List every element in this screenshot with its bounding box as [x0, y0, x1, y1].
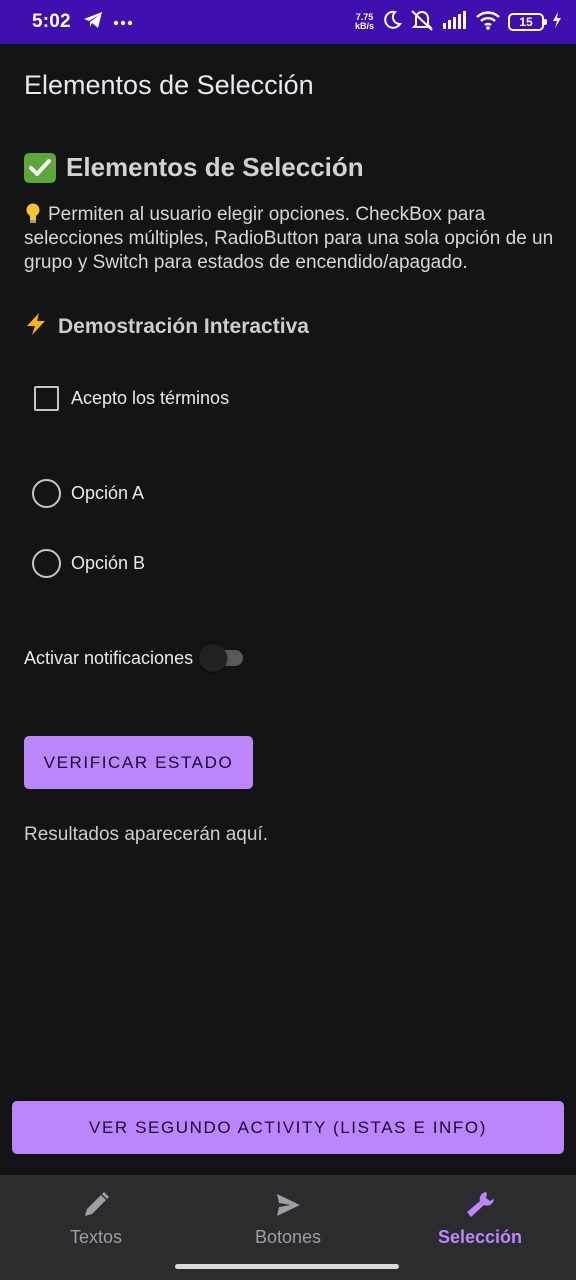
demo-title: Demostración Interactiva [24, 312, 309, 342]
radio-option-a[interactable]: Opción A [32, 479, 144, 508]
notifications-switch[interactable] [199, 644, 245, 672]
radio-option-b[interactable]: Opción B [32, 549, 145, 578]
switch-thumb[interactable] [199, 644, 228, 672]
radio-circle[interactable] [32, 549, 61, 578]
terms-checkbox[interactable]: Acepto los términos [34, 386, 229, 411]
home-indicator[interactable] [175, 1264, 399, 1269]
radio-label: Opción B [71, 553, 146, 573]
status-time: 5:02 [32, 11, 71, 32]
nav-item-seleccion[interactable]: Selección [384, 1175, 576, 1280]
charging-icon [552, 11, 562, 33]
check-mark-icon [24, 152, 56, 183]
signal-icon [442, 10, 468, 34]
send-icon [272, 1189, 304, 1221]
checkbox-box[interactable] [34, 386, 59, 411]
wifi-icon [476, 10, 500, 35]
wrench-icon [464, 1189, 496, 1221]
pencil-icon [80, 1189, 112, 1221]
nav-label: Textos [69, 1227, 123, 1247]
telegram-icon [83, 11, 103, 34]
nav-item-textos[interactable]: Textos [0, 1175, 192, 1280]
radio-circle[interactable] [32, 479, 61, 508]
switch-label: Activar notificaciones [24, 647, 194, 668]
results-text: Resultados aparecerán aquí. [24, 824, 268, 845]
demo-title-text: Demostración Interactiva [58, 315, 309, 338]
status-left-icons [83, 11, 133, 34]
battery-level: 15 [519, 15, 533, 29]
nav-label: Selección [437, 1227, 523, 1247]
status-right-icons: 7.75 kB/s 15 [355, 9, 562, 36]
verify-status-button[interactable]: VERIFICAR ESTADO [24, 736, 253, 789]
more-notifications-icon [113, 13, 133, 31]
checkbox-label: Acepto los términos [71, 388, 230, 408]
notifications-switch-row: Activar notificaciones [24, 644, 245, 672]
app-bar-title: Elementos de Selección [24, 70, 314, 100]
light-bulb-icon [24, 203, 42, 223]
section-title: Elementos de Selección [24, 152, 364, 183]
description-text: Permiten al usuario elegir opciones. Che… [24, 204, 554, 273]
description: Permiten al usuario elegir opciones. Che… [24, 203, 560, 275]
battery-icon: 15 [508, 13, 547, 31]
network-speed-unit: kB/s [354, 21, 374, 31]
radio-label: Opción A [71, 483, 145, 503]
lightning-icon [24, 312, 48, 342]
muted-bell-icon [410, 9, 434, 36]
section-title-text: Elementos de Selección [66, 152, 364, 182]
moon-icon [382, 10, 402, 35]
second-activity-button[interactable]: VER SEGUNDO ACTIVITY (LISTAS E INFO) [12, 1101, 564, 1154]
network-speed: 7.75 kB/s [355, 13, 374, 31]
nav-label: Botones [254, 1227, 322, 1247]
status-bar: 5:02 7.75 kB/s 15 [0, 0, 576, 44]
